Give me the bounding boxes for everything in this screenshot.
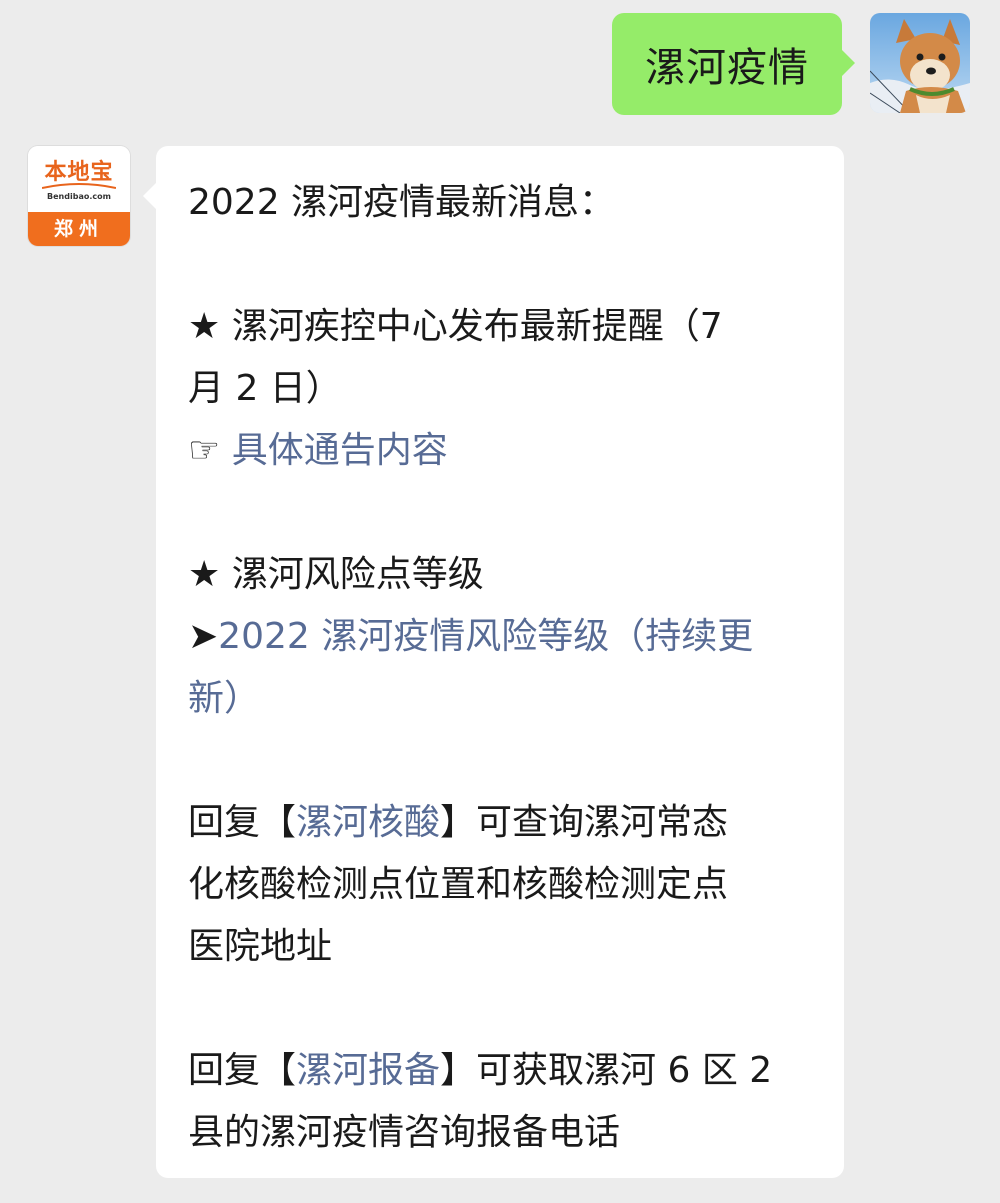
section1-heading-text: 漯河疾控中心发布最新提醒（7	[220, 306, 723, 347]
section4-line2: 县的漯河疫情咨询报备电话	[188, 1112, 621, 1153]
reply-suffix: 】可查询漯河常态	[440, 802, 729, 843]
logo-top: 本地宝 Bendibao.com	[28, 146, 130, 212]
section1-link-row: ☞ 具体通告内容	[188, 420, 816, 482]
section2-link-row: ➤2022 漯河疫情风险等级（持续更	[188, 606, 816, 668]
notice-detail-link[interactable]: 具体通告内容	[232, 430, 448, 471]
nucleic-test-keyword-link[interactable]: 漯河核酸	[296, 802, 440, 843]
incoming-message-bubble: 2022 漯河疫情最新消息： ★ 漯河疾控中心发布最新提醒（7 月 2 日） ☞…	[143, 146, 844, 1178]
star-icon: ★	[188, 554, 221, 595]
outgoing-message-bubble[interactable]: 漯河疫情	[612, 13, 855, 115]
section4-line1: 回复【漯河报备】可获取漯河 6 区 2	[188, 1040, 816, 1102]
pointing-hand-icon: ☞	[188, 430, 221, 471]
section2-heading-text: 漯河风险点等级	[220, 554, 484, 595]
section3-line1: 回复【漯河核酸】可查询漯河常态	[188, 792, 816, 854]
logo-swoosh-icon	[42, 183, 116, 189]
reply-suffix: 】可获取漯河 6 区 2	[440, 1050, 773, 1091]
section2-link-row-cont: 新）	[188, 668, 816, 730]
account-avatar[interactable]: 本地宝 Bendibao.com 郑州	[28, 146, 130, 246]
dog-avatar-icon	[870, 13, 970, 113]
reply-prefix: 回复【	[188, 802, 297, 843]
section3-line3: 医院地址	[188, 926, 333, 967]
message-title: 2022 漯河疫情最新消息：	[188, 182, 616, 223]
reply-prefix: 回复【	[188, 1050, 297, 1091]
outgoing-message-text: 漯河疫情	[645, 45, 809, 91]
logo-city: 郑州	[28, 212, 130, 246]
section2-heading: ★ 漯河风险点等级	[188, 544, 816, 606]
logo-domain: Bendibao.com	[47, 192, 111, 201]
report-keyword-link[interactable]: 漯河报备	[296, 1050, 440, 1091]
star-icon: ★	[188, 306, 221, 347]
risk-level-link[interactable]: 2022 漯河疫情风险等级（持续更	[218, 616, 753, 657]
risk-level-link-cont[interactable]: 新）	[188, 678, 260, 719]
section1-heading-cont: 月 2 日）	[188, 368, 342, 409]
arrow-right-icon: ➤	[188, 616, 219, 657]
user-avatar[interactable]	[870, 13, 970, 113]
section3-line2: 化核酸检测点位置和核酸检测定点	[188, 864, 729, 905]
section1-heading: ★ 漯河疾控中心发布最新提醒（7	[188, 296, 816, 358]
